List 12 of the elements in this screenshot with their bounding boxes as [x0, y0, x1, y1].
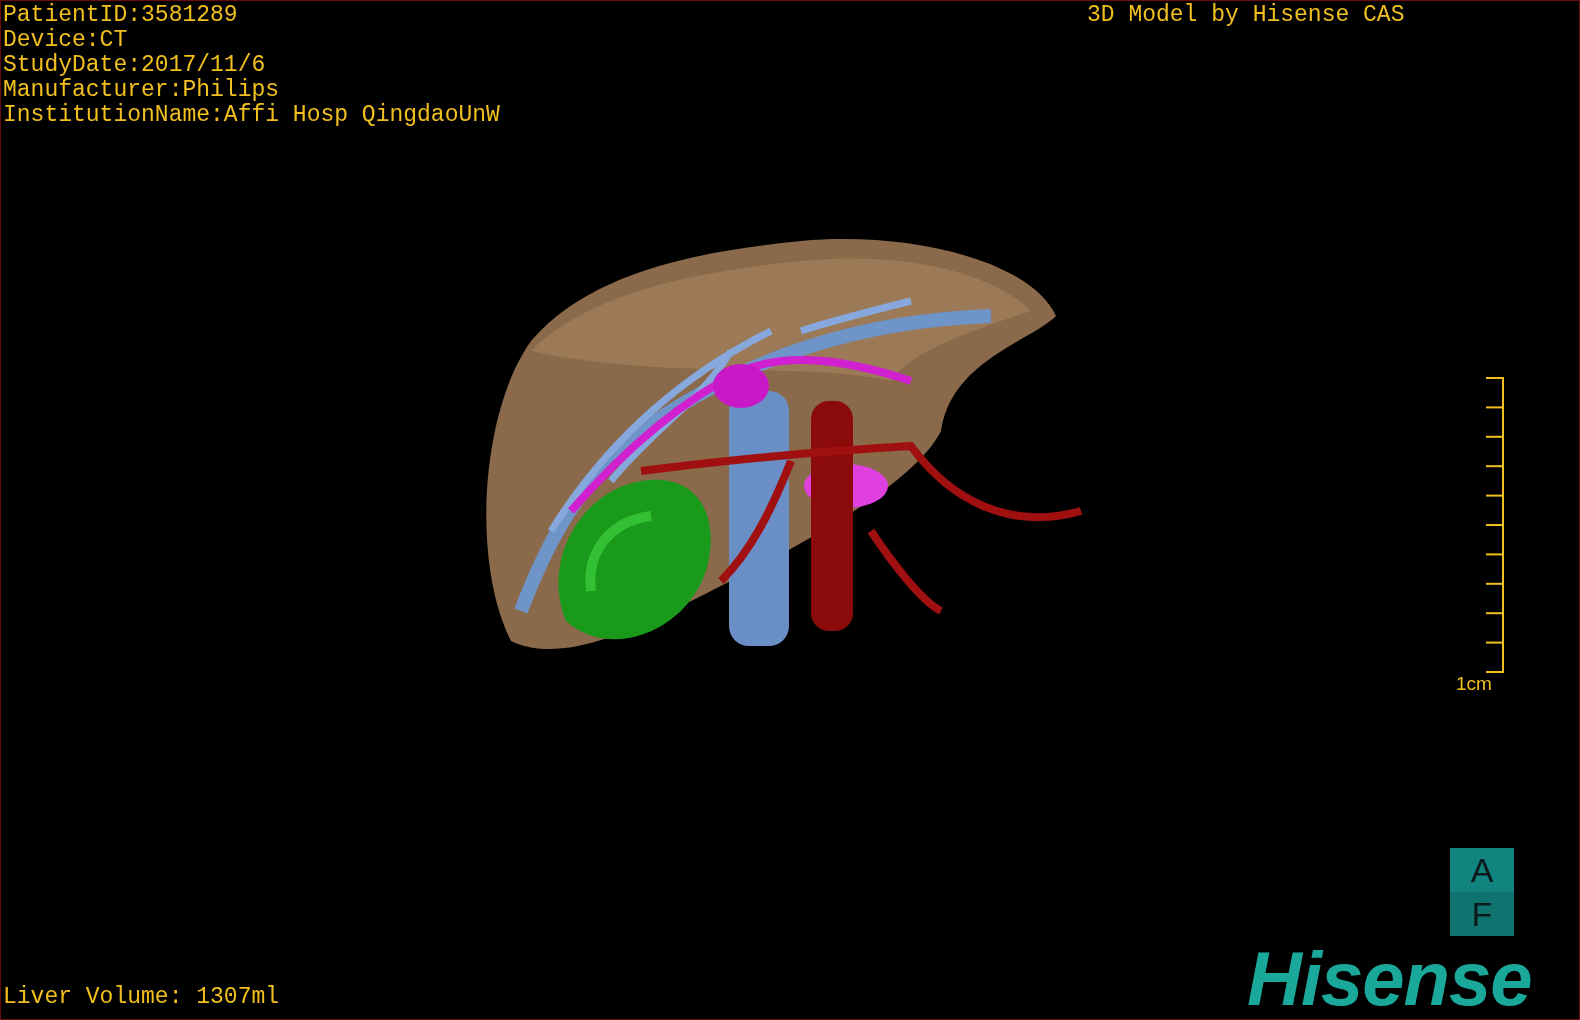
ruler-icon [1485, 377, 1505, 673]
orientation-cube-face: A [1450, 848, 1514, 892]
orientation-cube-face: F [1450, 892, 1514, 936]
brand-logo: Hisense [1247, 939, 1532, 1019]
patient-info-text: StudyDate:2017/11/6 [3, 53, 267, 78]
patient-info-text: Device:CT [3, 28, 129, 53]
liver-volume-text: Liver Volume: 1307ml [3, 985, 280, 1010]
patient-info-text: InstitutionName:Affi Hosp QingdaoUnW [3, 103, 500, 128]
patient-info-text: PatientID:3581289 [3, 3, 239, 28]
patient-info-text: Manufacturer:Philips [3, 78, 281, 103]
scale-label: 1cm [1456, 673, 1492, 695]
model-title: 3D Model by Hisense CAS [1087, 3, 1405, 28]
